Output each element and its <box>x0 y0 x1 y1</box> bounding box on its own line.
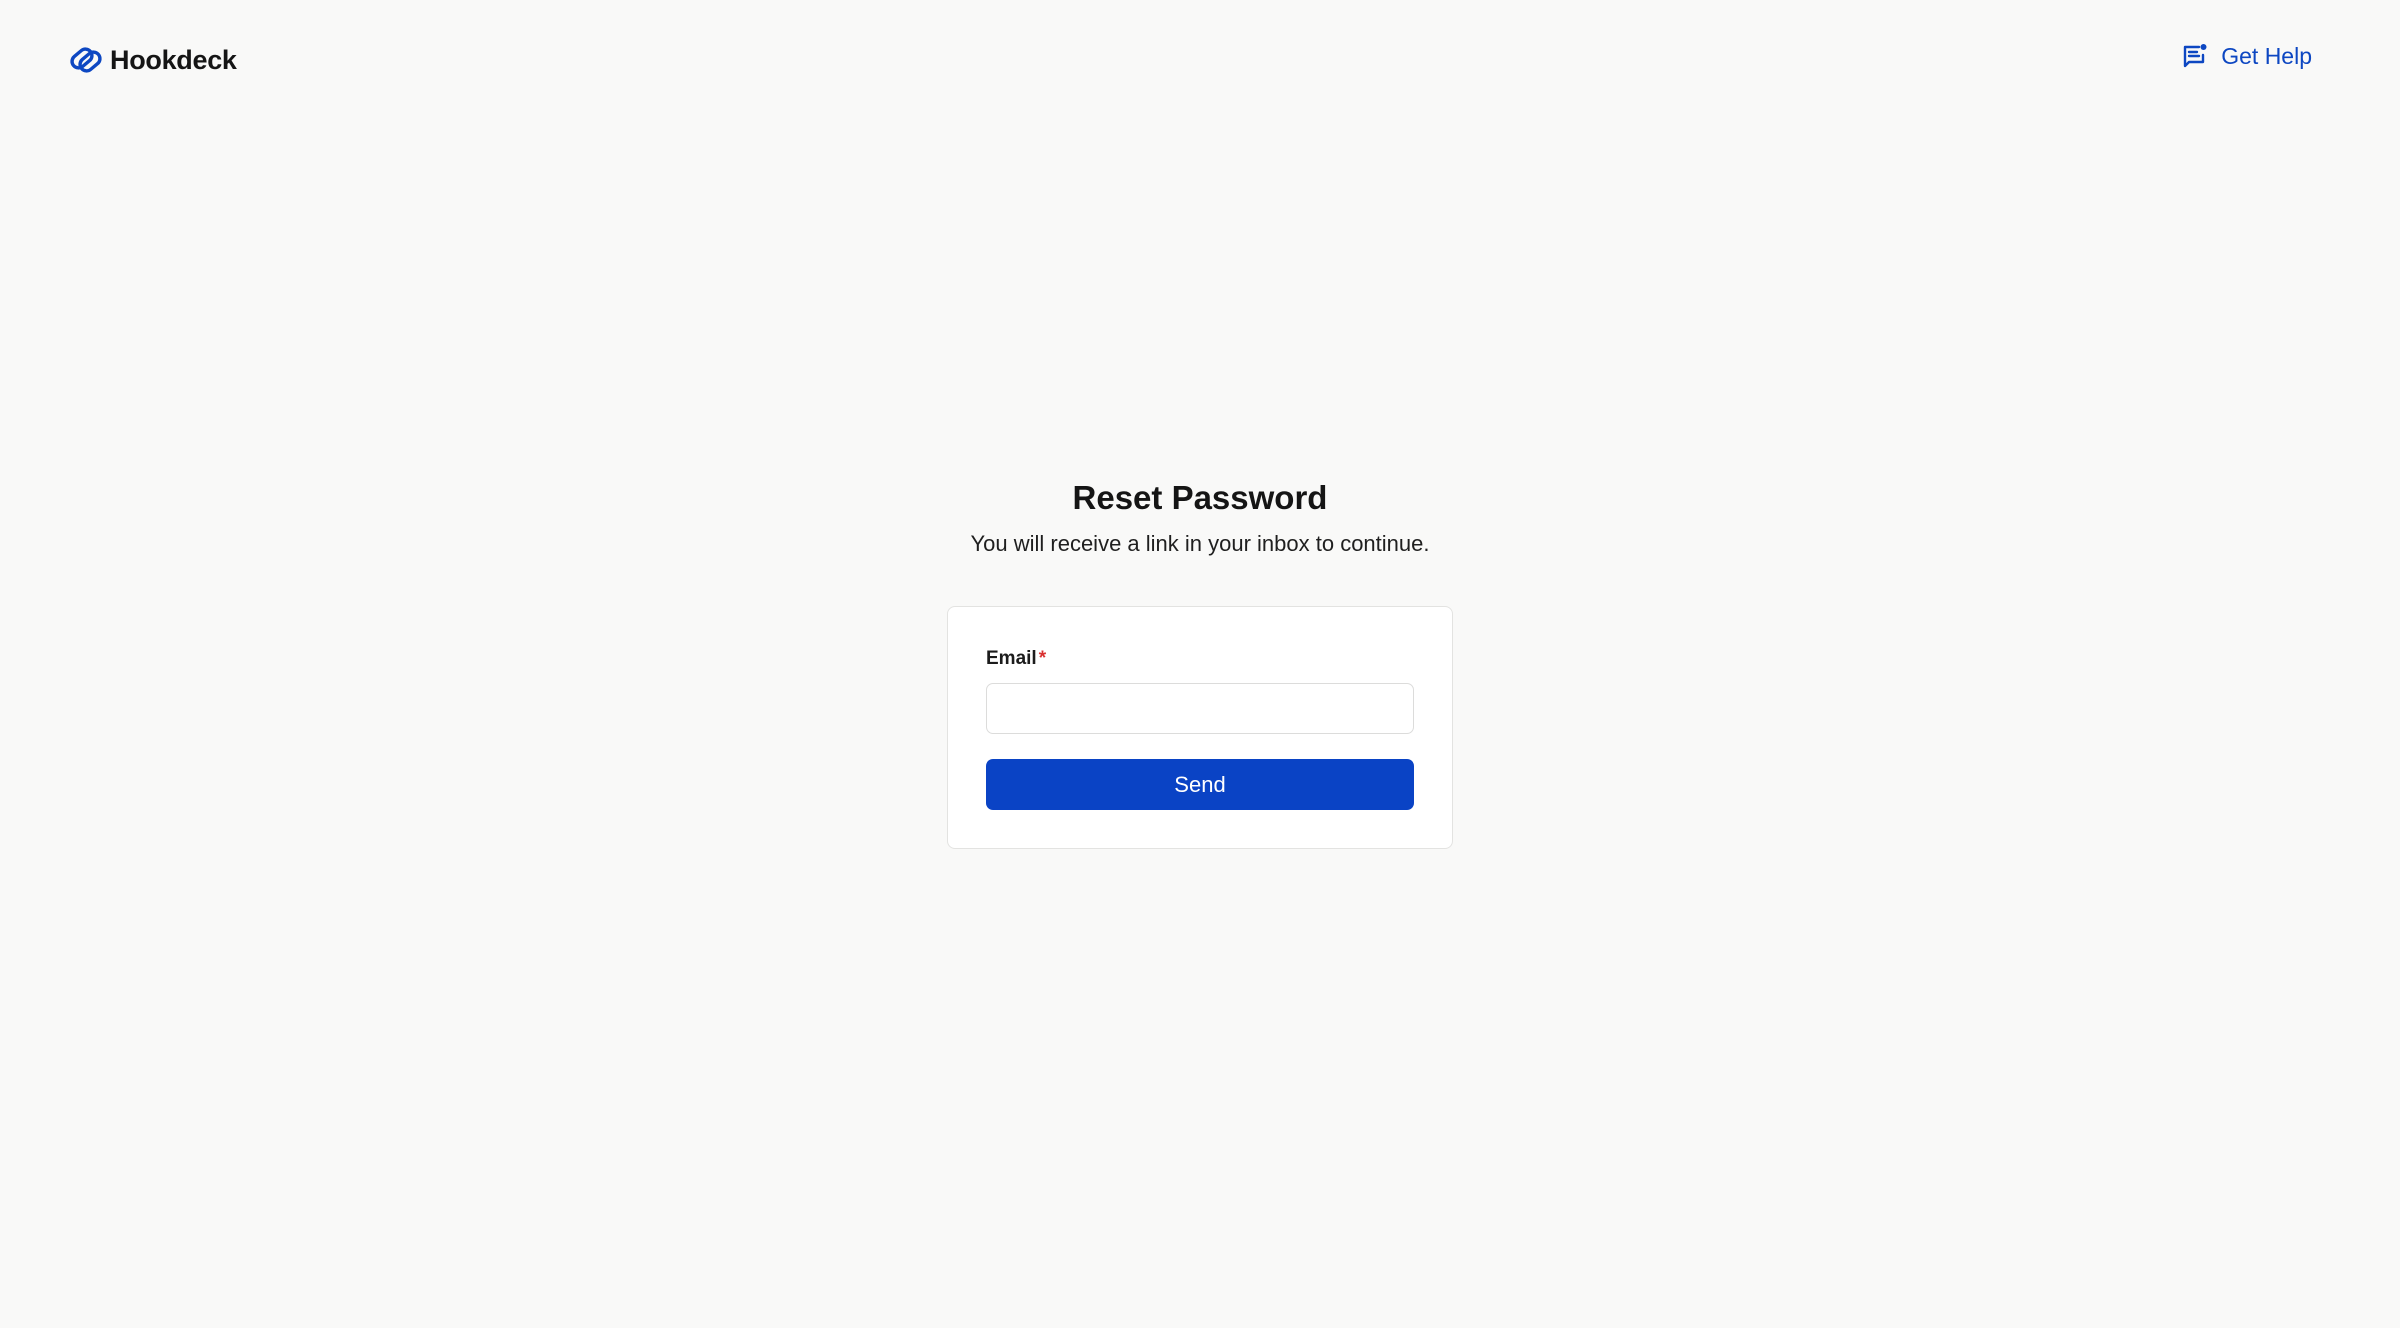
get-help-link[interactable]: Get Help <box>2181 42 2312 70</box>
brand-logo[interactable]: Hookdeck <box>68 42 237 78</box>
send-button[interactable]: Send <box>986 759 1414 810</box>
email-label-text: Email <box>986 648 1037 669</box>
email-label: Email * <box>986 645 1414 673</box>
chat-message-icon <box>2184 44 2207 68</box>
hookdeck-link-icon <box>70 47 102 73</box>
page-subtitle: You will receive a link in your inbox to… <box>970 531 1430 556</box>
page-title: Reset Password <box>1072 479 1328 516</box>
reset-password-card: Email * Send <box>947 606 1453 849</box>
get-help-label: Get Help <box>2221 42 2312 69</box>
required-marker: * <box>1038 648 1047 669</box>
top-bar: Hookdeck Get Help <box>0 0 2400 118</box>
reset-password-section: Reset Password You will receive a link i… <box>0 470 2400 849</box>
brand-name: Hookdeck <box>110 44 237 75</box>
email-field[interactable] <box>986 683 1414 734</box>
